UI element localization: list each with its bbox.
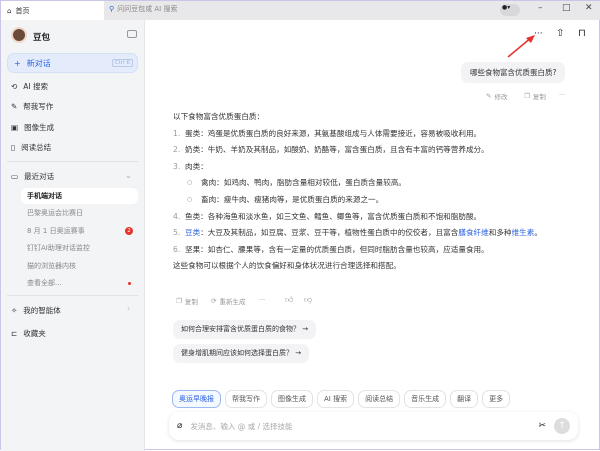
- ai-search-icon: ⟲: [11, 82, 18, 91]
- answer-outro: 这些食物可以根据个人的饮食偏好和身体状况进行合理选择和搭配。: [173, 261, 401, 271]
- list-item: 2. 奶类：牛奶、羊奶及其制品，如酸奶、奶酪等，富含蛋白质，且含有丰富的钙等营养成…: [173, 145, 489, 155]
- more-icon[interactable]: ···: [259, 296, 265, 304]
- suggestion-chip[interactable]: 健身增肌期间应该如何选择蛋白质？ →: [173, 344, 310, 363]
- attachment-icon[interactable]: ⌀: [177, 421, 182, 431]
- skill-olympics[interactable]: 奥运早晚报: [172, 390, 221, 408]
- recent-item[interactable]: 巴黎奥运会比赛日: [27, 208, 83, 218]
- skill-translate[interactable]: 翻译: [450, 390, 479, 408]
- bookmark-add-icon[interactable]: ⊓: [578, 28, 586, 39]
- list-item: 5. 豆类：大豆及其制品，如豆腐、豆浆、豆干等，植物性蛋白质中的佼佼者，且富含膳食…: [173, 228, 542, 238]
- chevron-right-icon: ›: [127, 304, 131, 313]
- sidebar-item-image[interactable]: ▣ 图像生成: [11, 122, 54, 133]
- divider: [7, 161, 138, 162]
- new-chat-button[interactable]: + 新对话 Ctrl K: [7, 53, 138, 73]
- chat-icon: ▭: [11, 172, 19, 181]
- pencil-icon: ✎: [486, 92, 492, 100]
- sidebar-item-favorites[interactable]: ⊏ 收藏夹: [11, 328, 46, 339]
- bookmark-icon: ⊏: [11, 329, 18, 338]
- recent-item[interactable]: 手机端对话: [21, 188, 138, 204]
- more-actions-icon[interactable]: ···: [559, 91, 565, 99]
- suggestion-chip[interactable]: 如何合理安排富含优质蛋白质的食物？ →: [173, 320, 317, 339]
- top-search[interactable]: ⚲ 问问豆包或 AI 搜索: [109, 4, 177, 14]
- thumbs-up-icon[interactable]: 👍︎: [285, 295, 293, 305]
- list-item: 3. 肉类：: [173, 161, 208, 171]
- skill-read[interactable]: 阅读总结: [358, 390, 401, 408]
- recent-item[interactable]: 钉钉AI助理对话监控: [27, 243, 90, 253]
- regenerate-button[interactable]: ⟳ 重新生成: [211, 296, 245, 306]
- home-icon: ⌂: [7, 6, 12, 15]
- link-vitamin[interactable]: 维生素: [512, 228, 535, 237]
- search-icon: ⚲: [109, 5, 115, 13]
- profile-avatar[interactable]: ●▾: [500, 4, 520, 16]
- list-item: 4. 鱼类：各种海鱼和淡水鱼，如三文鱼、鳕鱼、鲫鱼等，富含优质蛋白质和不饱和脂肪酸…: [173, 211, 482, 221]
- unread-badge: 2: [125, 227, 133, 235]
- skill-bar: 奥运早晚报 帮我写作 图像生成 AI 搜索 阅读总结 音乐生成 翻译 更多: [172, 390, 511, 408]
- avatar: [11, 27, 27, 43]
- share-icon[interactable]: ⇧: [556, 28, 564, 39]
- thumbs-down-icon[interactable]: 👎︎: [304, 295, 312, 305]
- user-message: 哪些食物富含优质蛋白质?: [461, 62, 566, 83]
- sidebar-item-read[interactable]: ▯ 阅读总结: [11, 142, 51, 153]
- close-button[interactable]: ✕: [585, 3, 593, 13]
- skill-more[interactable]: 更多: [482, 390, 511, 408]
- notification-dot: [128, 282, 131, 285]
- copy-icon: ❐: [524, 92, 530, 100]
- sub-item: 禽肉：如鸡肉、鸭肉，脂肪含量相对较低，蛋白质含量较高。: [173, 175, 583, 192]
- link-fiber[interactable]: 膳食纤维: [458, 228, 488, 237]
- write-icon: ✎: [11, 102, 18, 111]
- tab-home[interactable]: ⌂ 首页: [1, 1, 104, 20]
- assistant-answer: 以下食物富含优质蛋白质： 1. 蛋类：鸡蛋是优质蛋白质的良好来源，其氨基酸组成与人…: [173, 109, 583, 275]
- skill-write[interactable]: 帮我写作: [225, 390, 267, 408]
- maximize-button[interactable]: □: [562, 3, 571, 13]
- sidebar-item-ai-search[interactable]: ⟲ AI 搜索: [11, 81, 48, 92]
- copy-icon: ❐: [176, 297, 182, 305]
- minimize-button[interactable]: –: [538, 3, 543, 13]
- skill-image[interactable]: 图像生成: [271, 390, 313, 408]
- sparkle-icon: ✧: [11, 306, 18, 315]
- link-soy[interactable]: 豆类: [185, 228, 200, 237]
- copy-answer-button[interactable]: ❐ 复制: [176, 296, 198, 306]
- list-item: 1. 蛋类：鸡蛋是优质蛋白质的良好来源，其氨基酸组成与人体需要接近，容易被吸收利用…: [173, 128, 482, 138]
- view-all-link[interactable]: 查看全部...: [27, 278, 62, 288]
- sidebar-toggle-icon[interactable]: [127, 30, 137, 38]
- sub-item: 畜肉：瘦牛肉、瘦猪肉等，是优质蛋白质的来源之一。: [173, 192, 583, 209]
- skill-ai-search[interactable]: AI 搜索: [317, 390, 355, 408]
- chevron-down-icon[interactable]: ⌄: [125, 171, 132, 180]
- refresh-icon: ⟳: [211, 297, 217, 305]
- sidebar-item-agents[interactable]: ✧ 我的智能体: [11, 305, 61, 316]
- recent-chats-header[interactable]: ▭ 最近对话: [11, 171, 54, 182]
- send-button[interactable]: ↑: [554, 418, 570, 434]
- list-item: 6. 坚果：如杏仁、腰果等，含有一定量的优质蛋白质，但同时脂肪含量也较高，应适量食…: [173, 244, 489, 254]
- app-name: 豆包: [33, 33, 51, 43]
- edit-button[interactable]: ✎ 修改: [486, 91, 507, 101]
- scissors-icon[interactable]: ✂: [538, 421, 546, 431]
- divider: [7, 295, 138, 296]
- skill-music[interactable]: 音乐生成: [404, 390, 447, 408]
- recent-item[interactable]: 猫的浏览器内核: [27, 261, 76, 271]
- plus-icon: +: [14, 58, 21, 68]
- copy-button[interactable]: ❐ 复制: [524, 91, 546, 101]
- message-input[interactable]: ⌀ 发消息、输入 @ 或 / 选择技能 ✂ ↑: [169, 412, 578, 440]
- sidebar-item-write[interactable]: ✎ 帮我写作: [11, 101, 53, 112]
- recent-item[interactable]: 8 月 1 日奥运赛事: [27, 226, 85, 236]
- image-icon: ▣: [11, 123, 19, 132]
- answer-intro: 以下食物富含优质蛋白质：: [173, 112, 265, 121]
- read-icon: ▯: [11, 143, 16, 152]
- red-arrow-annotation: [507, 35, 535, 58]
